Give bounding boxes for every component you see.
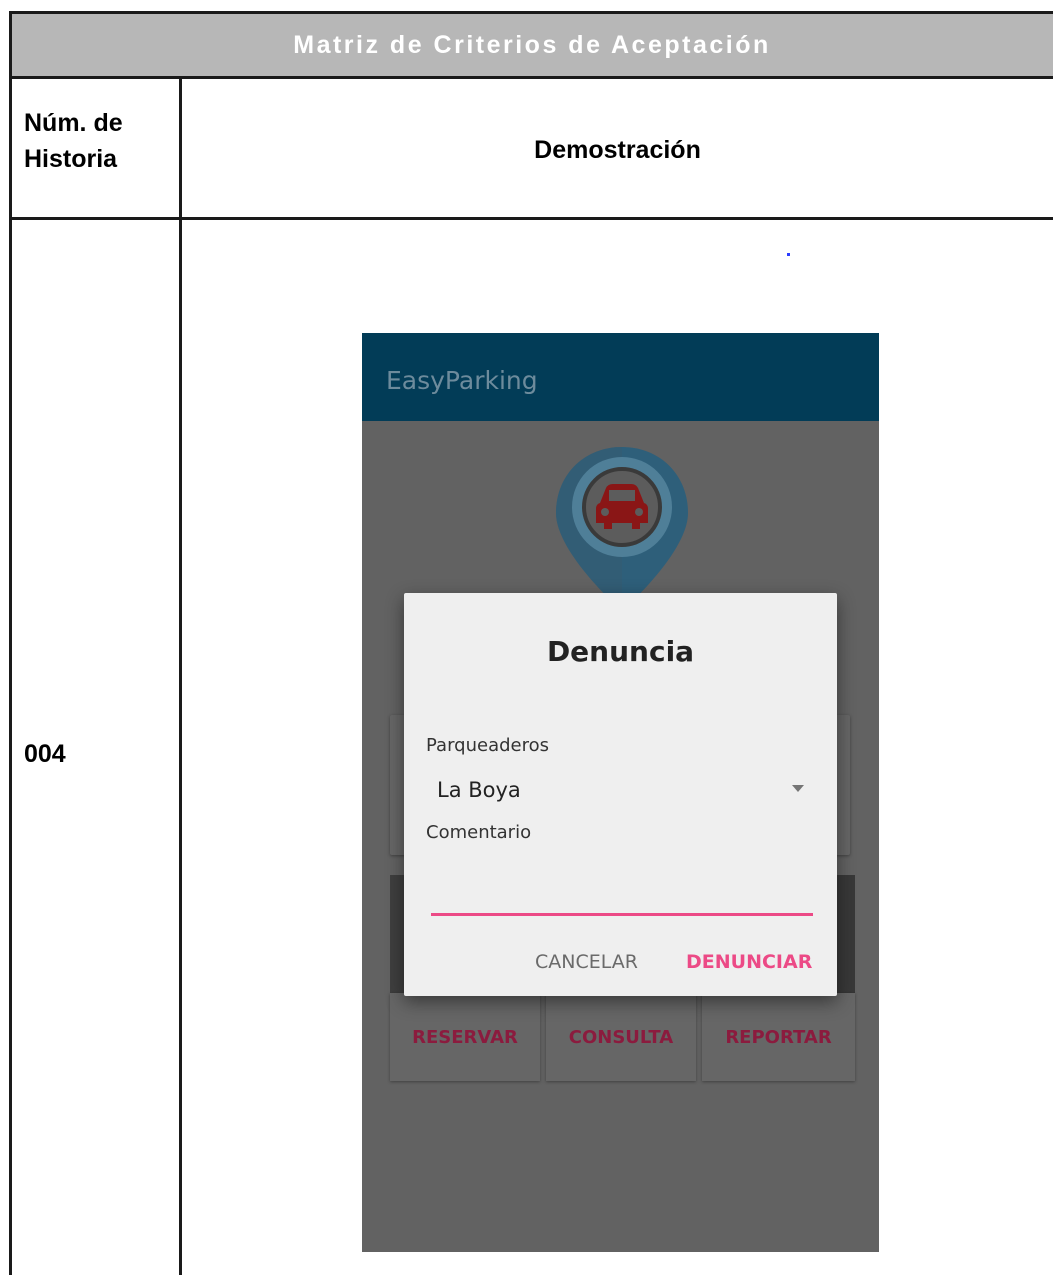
- location-pin-icon: [556, 447, 688, 611]
- column-divider: [179, 77, 182, 1275]
- app-title: EasyParking: [386, 366, 538, 395]
- header-demonstration: Demostración: [534, 136, 701, 164]
- cancel-button[interactable]: CANCELAR: [535, 951, 638, 973]
- table-title: Matriz de Criterios de Aceptación: [11, 14, 1053, 76]
- reportar-button[interactable]: REPORTAR: [702, 993, 855, 1081]
- stray-dot: [787, 253, 790, 256]
- dialog-title: Denuncia: [546, 635, 695, 668]
- border-under-header: [9, 217, 1053, 220]
- border-under-title: [9, 76, 1053, 79]
- story-id: 004: [24, 740, 66, 768]
- comment-label: Comentario: [426, 822, 532, 843]
- border-left: [9, 11, 12, 1275]
- app-screenshot: EasyParking RESERVAR CONSULTA REPORTAR D…: [362, 333, 879, 1252]
- comment-input[interactable]: [431, 863, 813, 916]
- report-dialog: Denuncia Parqueaderos La Boya Comentario…: [404, 593, 837, 996]
- parking-label: Parqueaderos: [426, 735, 549, 756]
- denunciar-button[interactable]: DENUNCIAR: [686, 951, 812, 973]
- reservar-button[interactable]: RESERVAR: [390, 993, 540, 1081]
- parking-select[interactable]: La Boya: [437, 778, 521, 802]
- header-story-number: Núm. de Historia: [24, 109, 123, 173]
- dropdown-arrow-icon[interactable]: [792, 785, 804, 792]
- border-top: [9, 11, 1053, 14]
- consulta-button[interactable]: CONSULTA: [546, 993, 696, 1081]
- app-bar: EasyParking: [362, 333, 879, 421]
